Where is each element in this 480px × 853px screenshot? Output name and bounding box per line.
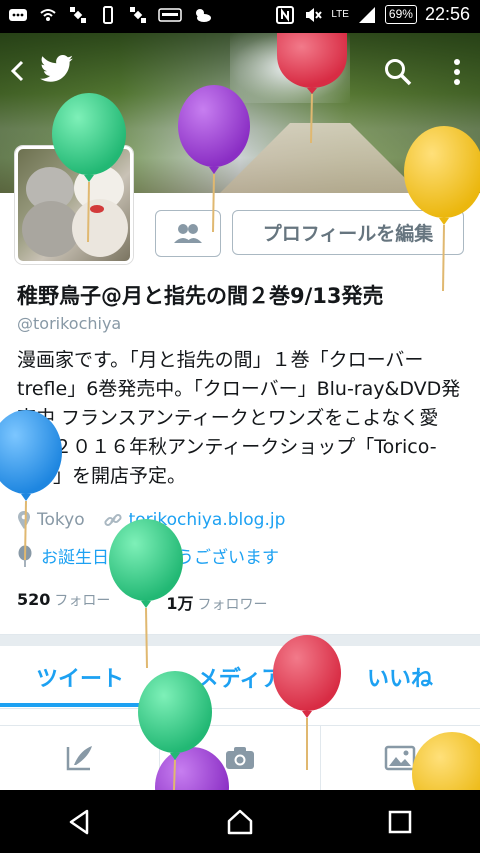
home-icon[interactable] (225, 807, 255, 837)
more-vert-icon[interactable] (451, 57, 463, 87)
weather-icon (196, 9, 211, 22)
following-stat[interactable]: 520 フォロー (17, 590, 110, 614)
profile-tabs: ツイート メディア いいね (0, 646, 480, 708)
app-notification-icon (158, 8, 182, 22)
compose-camera-button[interactable] (160, 726, 321, 790)
tab-media[interactable]: メディア (160, 646, 320, 708)
compose-tweet-button[interactable] (0, 726, 161, 790)
avatar[interactable] (15, 146, 133, 264)
profile-website-link[interactable]: torikochiya.blog.jp (129, 510, 286, 530)
profile-name: 稚野鳥子@月と指先の間２巻9/13発売 (17, 284, 384, 308)
wifi-calling-icon (40, 9, 56, 21)
profile-meta: Tokyo torikochiya.blog.jp (17, 510, 285, 530)
network-type: LTE (331, 8, 349, 20)
system-navigation-bar (0, 790, 480, 853)
messages-icon (9, 9, 27, 21)
follow-counts: 520 フォロー 1万 フォロワー (17, 590, 268, 614)
clock: 22:56 (424, 4, 470, 24)
tab-tweets[interactable]: ツイート (0, 646, 160, 708)
search-icon[interactable] (383, 57, 413, 87)
following-count: 520 (17, 590, 51, 609)
following-label: フォロー (54, 593, 111, 609)
followers-count: 1万 (166, 594, 194, 613)
avatar-collar (90, 205, 104, 213)
tabs-border (0, 708, 480, 709)
notification-icons (8, 5, 212, 25)
satellite-icon (70, 7, 86, 23)
followers-stat[interactable]: 1万 フォロワー (166, 590, 267, 614)
battery-indicator: 69% (384, 5, 417, 24)
chevron-left-icon[interactable] (8, 59, 28, 83)
followers-label: フォロワー (197, 597, 268, 613)
balloon-icon (18, 545, 32, 567)
phone-icon (103, 6, 113, 24)
signal-icon (358, 6, 375, 23)
satellite-icon-2 (130, 7, 146, 23)
system-icons: LTE 69% 22:56 (275, 4, 470, 25)
profile-location: Tokyo (37, 510, 85, 530)
quill-icon (66, 746, 92, 771)
back-icon[interactable] (65, 807, 95, 837)
camera-icon (225, 747, 254, 769)
profile-handle: @torikochiya (17, 314, 122, 333)
birthday-message[interactable]: お誕生日おめでとうございます (41, 543, 279, 568)
header-path (220, 123, 420, 193)
tab-likes[interactable]: いいね (320, 646, 480, 708)
birthday-row: お誕生日おめでとうございます (17, 543, 279, 568)
mute-icon (306, 7, 323, 22)
status-bar: LTE 69% 22:56 (0, 0, 480, 33)
people-icon (174, 224, 202, 243)
compose-photo-button[interactable] (321, 726, 480, 790)
link-icon (104, 513, 122, 527)
header-sky (230, 33, 350, 103)
profile-bio: 漫画家です。「月と指先の間」１巻「クローバーtrefle」6巻発売中。「クローバ… (17, 349, 461, 487)
location-pin-icon (18, 511, 30, 529)
edit-profile-button[interactable]: プロフィールを編集 (232, 210, 464, 255)
compose-toolbar (0, 725, 480, 790)
active-tab-indicator (0, 703, 167, 707)
recents-icon[interactable] (385, 807, 415, 837)
find-people-button[interactable] (155, 210, 221, 257)
twitter-bird-icon (40, 55, 73, 82)
image-icon (385, 745, 416, 771)
nfc-icon (276, 5, 295, 24)
